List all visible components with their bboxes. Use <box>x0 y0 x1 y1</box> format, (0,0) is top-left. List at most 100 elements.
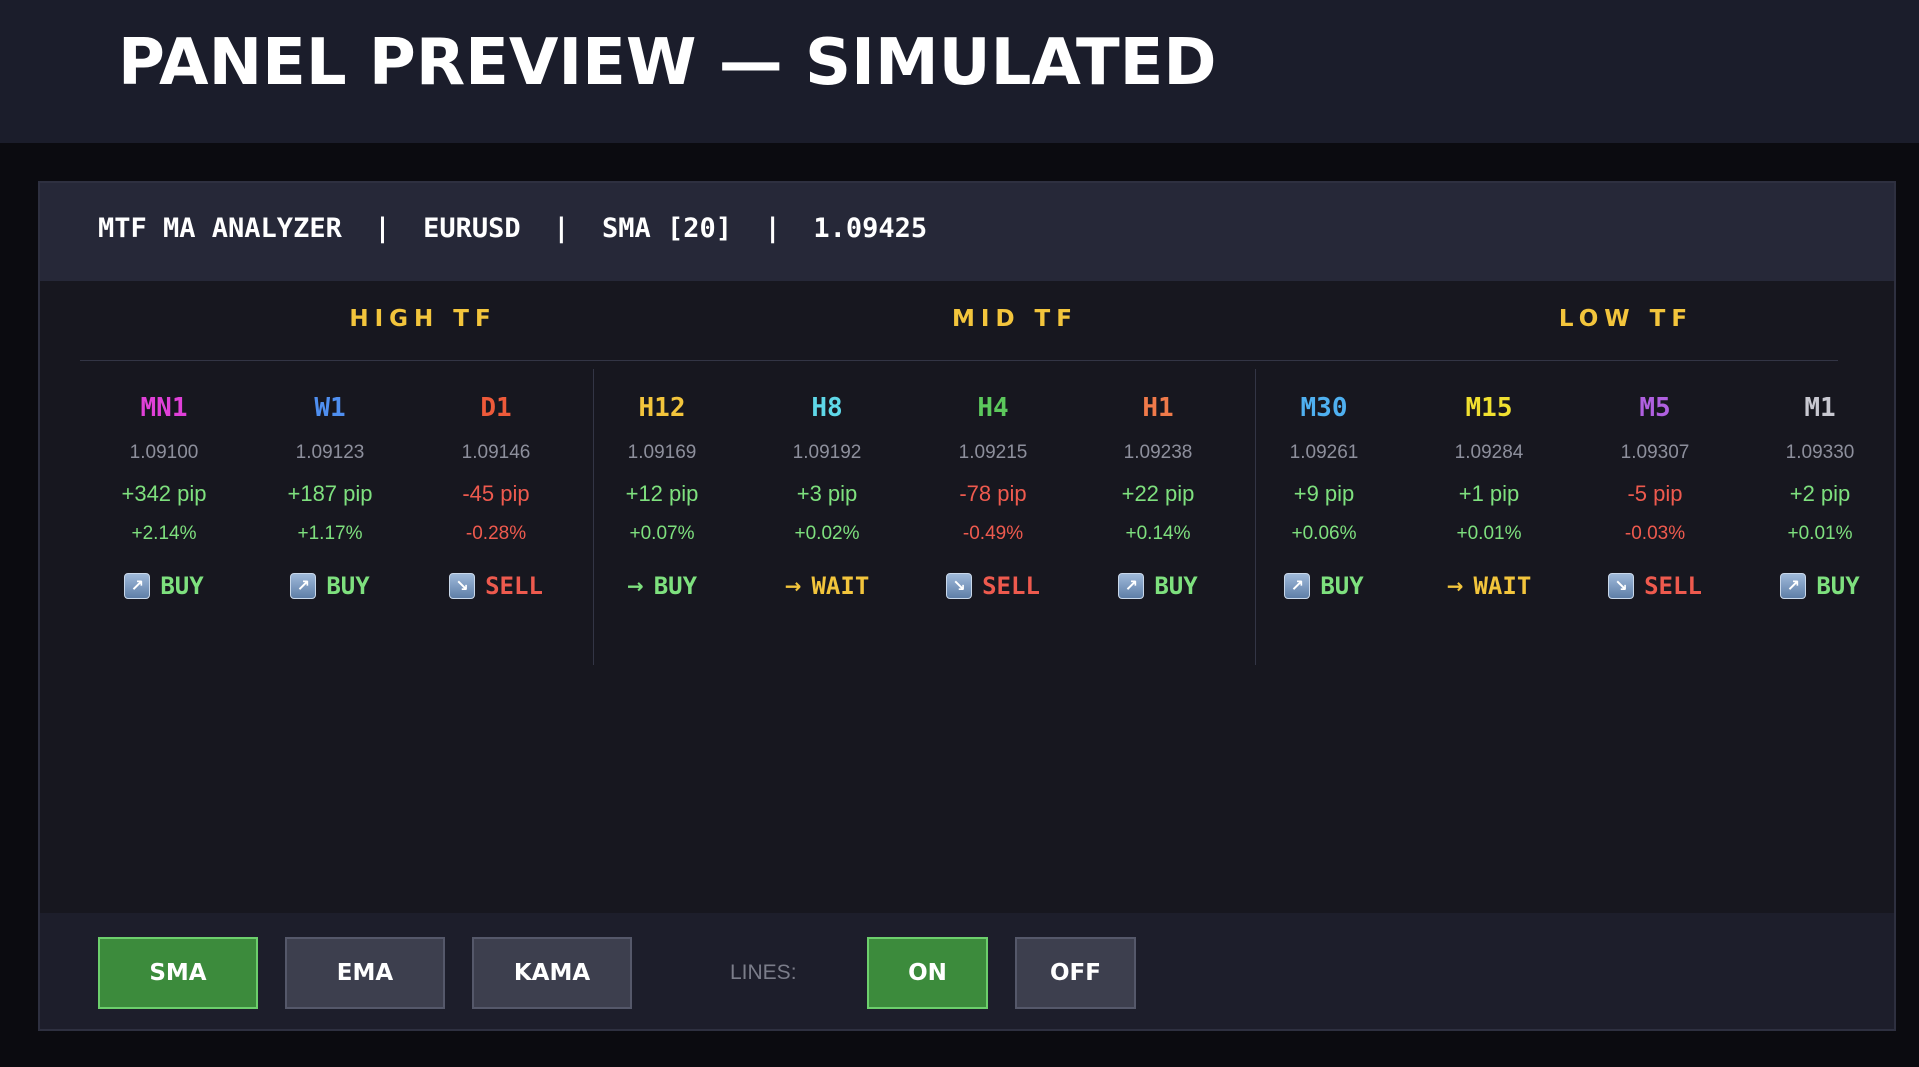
group-title-mid: MID TF <box>952 306 1078 332</box>
arrow-down-right-icon: ↘ <box>946 573 973 599</box>
timeframe-signal: ↘ SELL <box>913 566 1073 606</box>
timeframe-percent-change: +0.07% <box>629 523 695 544</box>
signal-label: SELL <box>982 572 1040 600</box>
timeframe-column-h8: H8 1.09192 +3 pip +0.02% → WAIT <box>747 388 907 606</box>
timeframe-ma-price: 1.09215 <box>958 442 1028 463</box>
timeframe-ma-price: 1.09284 <box>1454 442 1524 463</box>
timeframe-signal: ↗ BUY <box>250 566 410 606</box>
timeframe-percent-change: +0.02% <box>794 523 860 544</box>
group-title-low: LOW TF <box>1558 306 1694 332</box>
arrow-up-right-icon: ↗ <box>290 573 317 599</box>
timeframe-pip-distance: +2 pip <box>1789 481 1851 506</box>
signal-label: BUY <box>653 572 698 600</box>
signal-label: SELL <box>1644 572 1702 600</box>
ma-label: SMA [20] <box>601 213 733 244</box>
timeframe-ma-price: 1.09100 <box>129 442 199 463</box>
signal-label: BUY <box>160 572 204 600</box>
arrow-up-right-icon: ↗ <box>1780 573 1807 599</box>
lines-label: LINES: <box>730 961 797 984</box>
arrow-down-right-icon: ↘ <box>449 573 476 599</box>
timeframe-percent-change: -0.49% <box>962 523 1024 544</box>
timeframe-ma-price: 1.09307 <box>1620 442 1690 463</box>
timeframe-column-w1: W1 1.09123 +187 pip +1.17% ↗ BUY <box>250 388 410 606</box>
timeframe-signal: ↘ SELL <box>416 566 576 606</box>
signal-label: BUY <box>326 572 370 600</box>
signal-label: WAIT <box>1473 572 1532 600</box>
timeframe-percent-change: -0.28% <box>465 523 527 544</box>
timeframe-column-m5: M5 1.09307 -5 pip -0.03% ↘ SELL <box>1575 388 1735 606</box>
timeframe-pip-distance: +22 pip <box>1121 481 1195 506</box>
panel-header: MTF MA ANALYZER | EURUSD | SMA [20] | 1.… <box>40 183 1894 281</box>
timeframe-name: M15 <box>1465 393 1513 423</box>
panel-header-text: MTF MA ANALYZER | EURUSD | SMA [20] | 1.… <box>98 213 927 244</box>
timeframe-name: H4 <box>977 393 1009 423</box>
timeframe-pip-distance: +187 pip <box>287 481 373 506</box>
timeframe-percent-change: +2.14% <box>131 523 197 544</box>
timeframe-ma-price: 1.09123 <box>295 442 365 463</box>
signal-label: BUY <box>1154 572 1198 600</box>
timeframe-name: H8 <box>811 393 843 423</box>
signal-label: BUY <box>1816 572 1860 600</box>
timeframe-pip-distance: -45 pip <box>462 481 530 506</box>
timeframe-ma-price: 1.09169 <box>627 442 697 463</box>
symbol-label: EURUSD <box>423 213 521 244</box>
timeframe-pip-distance: +9 pip <box>1293 481 1355 506</box>
ema-button[interactable]: EMA <box>285 937 445 1009</box>
timeframe-percent-change: +0.01% <box>1787 523 1853 544</box>
timeframe-name: H1 <box>1142 393 1174 423</box>
mtf-panel: MTF MA ANALYZER | EURUSD | SMA [20] | 1.… <box>38 181 1896 1031</box>
timeframe-signal: ↗ BUY <box>1244 566 1404 606</box>
timeframe-percent-change: -0.03% <box>1624 523 1686 544</box>
timeframe-percent-change: +0.01% <box>1456 523 1522 544</box>
timeframe-signal: → WAIT <box>747 566 907 606</box>
arrow-right-icon: → <box>1446 574 1464 598</box>
timeframe-pip-distance: +12 pip <box>625 481 699 506</box>
timeframe-ma-price: 1.09146 <box>461 442 531 463</box>
title-bar: PANEL PREVIEW — SIMULATED <box>0 0 1919 143</box>
timeframe-name: MN1 <box>140 393 188 423</box>
timeframe-ma-price: 1.09238 <box>1123 442 1193 463</box>
timeframe-column-mn1: MN1 1.09100 +342 pip +2.14% ↗ BUY <box>84 388 244 606</box>
timeframe-ma-price: 1.09261 <box>1289 442 1359 463</box>
timeframe-signal: ↗ BUY <box>1740 566 1900 606</box>
timeframe-column-m30: M30 1.09261 +9 pip +0.06% ↗ BUY <box>1244 388 1404 606</box>
lines-off-button[interactable]: OFF <box>1015 937 1136 1009</box>
timeframe-column-m1: M1 1.09330 +2 pip +0.01% ↗ BUY <box>1740 388 1900 606</box>
timeframe-column-d1: D1 1.09146 -45 pip -0.28% ↘ SELL <box>416 388 576 606</box>
timeframe-name: M1 <box>1804 393 1836 423</box>
timeframe-signal: → BUY <box>582 566 742 606</box>
header-separator: | <box>764 213 781 244</box>
current-price: 1.09425 <box>813 213 928 244</box>
timeframe-column-h12: H12 1.09169 +12 pip +0.07% → BUY <box>582 388 742 606</box>
signal-label: WAIT <box>811 572 870 600</box>
timeframe-name: W1 <box>314 393 346 423</box>
timeframe-column-m15: M15 1.09284 +1 pip +0.01% → WAIT <box>1409 388 1569 606</box>
timeframe-name: D1 <box>480 393 512 423</box>
sma-button[interactable]: SMA <box>98 937 258 1009</box>
group-divider <box>80 360 1838 361</box>
timeframe-signal: ↗ BUY <box>84 566 244 606</box>
arrow-right-icon: → <box>784 574 802 598</box>
timeframe-percent-change: +1.17% <box>297 523 363 544</box>
arrow-up-right-icon: ↗ <box>1284 573 1311 599</box>
timeframe-signal: ↘ SELL <box>1575 566 1735 606</box>
timeframe-ma-price: 1.09192 <box>792 442 862 463</box>
arrow-down-right-icon: ↘ <box>1608 573 1635 599</box>
timeframe-pip-distance: -78 pip <box>959 481 1027 506</box>
arrow-right-icon: → <box>626 574 644 598</box>
panel-footer: SMA EMA KAMA LINES: ON OFF <box>40 913 1894 1029</box>
arrow-up-right-icon: ↗ <box>124 573 151 599</box>
app-name: MTF MA ANALYZER <box>98 213 342 244</box>
kama-button[interactable]: KAMA <box>472 937 632 1009</box>
lines-on-button[interactable]: ON <box>867 937 988 1009</box>
timeframe-column-h1: H1 1.09238 +22 pip +0.14% ↗ BUY <box>1078 388 1238 606</box>
signal-label: BUY <box>1320 572 1364 600</box>
timeframe-name: M30 <box>1300 393 1348 423</box>
timeframe-pip-distance: +1 pip <box>1458 481 1520 506</box>
timeframe-signal: → WAIT <box>1409 566 1569 606</box>
page-title: PANEL PREVIEW — SIMULATED <box>118 26 1217 100</box>
timeframe-signal: ↗ BUY <box>1078 566 1238 606</box>
header-separator: | <box>553 213 570 244</box>
timeframe-column-h4: H4 1.09215 -78 pip -0.49% ↘ SELL <box>913 388 1073 606</box>
timeframe-percent-change: +0.06% <box>1291 523 1357 544</box>
